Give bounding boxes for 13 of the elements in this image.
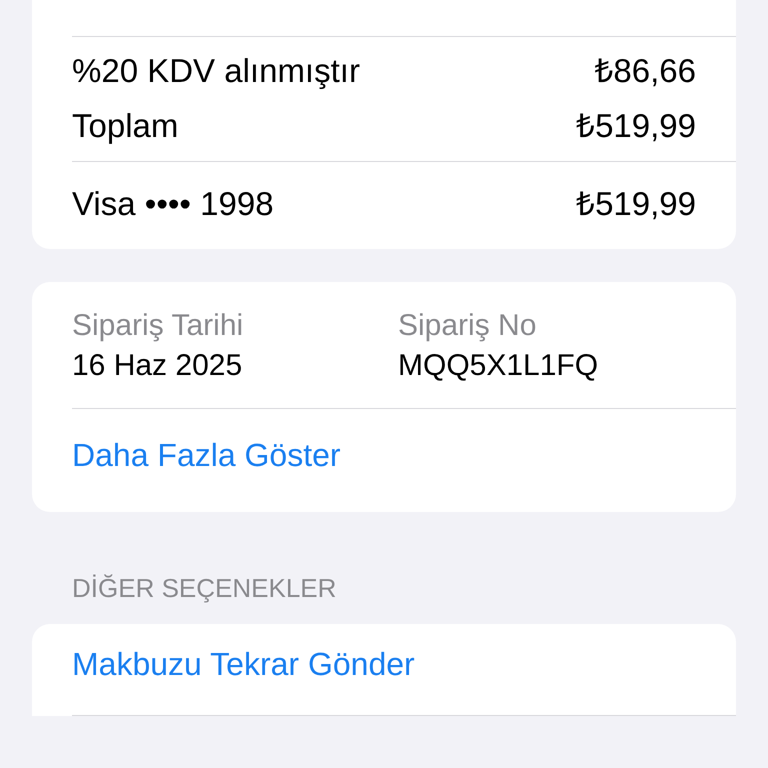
line-label: %20 KDV alınmıştır — [72, 51, 360, 90]
field-label: Sipariş No — [398, 308, 538, 344]
field-value: 16 Haz 2025 — [72, 348, 244, 384]
line-label: Toplam — [72, 106, 178, 145]
field-value: MQQ5X1L1FQ — [398, 348, 600, 384]
payment-method: Visa •••• 1998 — [72, 184, 274, 223]
option-link[interactable]: Makbuzu Tekrar Gönder — [72, 646, 415, 682]
payment-amount: ₺519,99 — [576, 184, 696, 223]
line-amount: ₺86,66 — [594, 51, 696, 90]
section-header: DİĞER SEÇENEKLER — [72, 572, 338, 605]
field-label: Sipariş Tarihi — [72, 308, 244, 344]
line-amount: ₺519,99 — [576, 106, 696, 145]
show-more-link[interactable]: Daha Fazla Göster — [72, 437, 341, 473]
